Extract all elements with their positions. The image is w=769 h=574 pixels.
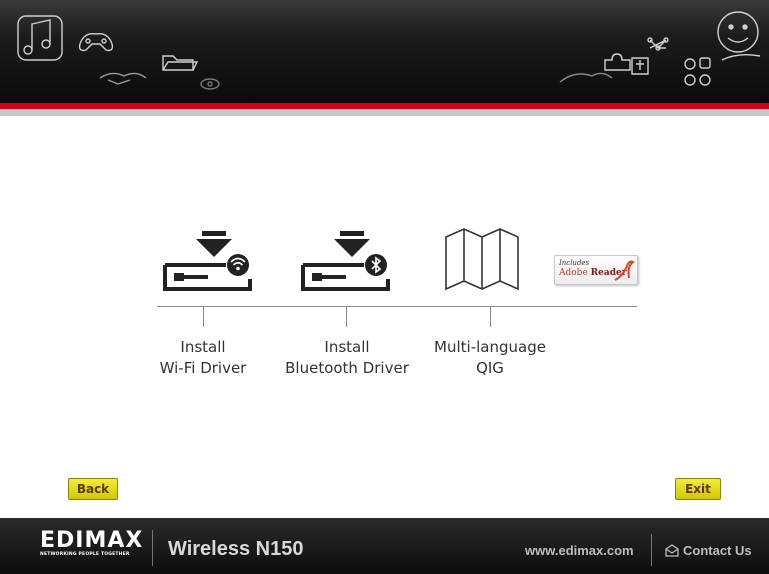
handshake-right-icon	[559, 72, 613, 83]
website-link[interactable]: www.edimax.com	[525, 543, 634, 558]
adobe-reader-badge[interactable]: Includes Adobe Reader	[554, 255, 638, 285]
download-wifi-icon	[163, 231, 252, 291]
smiley-icon	[717, 11, 761, 61]
footer-divider-right	[651, 534, 652, 566]
network-icon	[647, 37, 669, 51]
exit-button[interactable]: Exit	[675, 478, 721, 500]
back-button[interactable]: Back	[68, 478, 118, 500]
header-decoration	[17, 11, 761, 90]
folder-icon	[162, 55, 199, 71]
footer-divider-left	[152, 530, 153, 566]
gamepad-icon	[78, 33, 114, 52]
download-bluetooth-icon	[301, 231, 390, 291]
edimax-logo: EDIMAX NETWORKING PEOPLE TOGETHER	[40, 528, 144, 558]
puzzle-icon	[604, 53, 649, 75]
eye-icon	[200, 78, 220, 90]
header-banner	[0, 0, 769, 103]
qig-option-label[interactable]: Multi-language QIG	[420, 337, 560, 379]
contact-us-link[interactable]: Contact Us	[665, 543, 752, 560]
wifi-option-label[interactable]: Install Wi-Fi Driver	[148, 337, 258, 379]
product-name: Wireless N150	[168, 538, 304, 560]
shapes-icon	[684, 57, 711, 86]
header-gray-stripe	[0, 109, 769, 116]
music-note-icon	[17, 15, 63, 61]
envelope-icon	[665, 544, 679, 560]
bluetooth-option-label[interactable]: Install Bluetooth Driver	[276, 337, 418, 379]
folded-map-icon	[445, 228, 519, 291]
adobe-swirl-icon	[614, 260, 635, 281]
handshake-icon	[99, 72, 147, 85]
